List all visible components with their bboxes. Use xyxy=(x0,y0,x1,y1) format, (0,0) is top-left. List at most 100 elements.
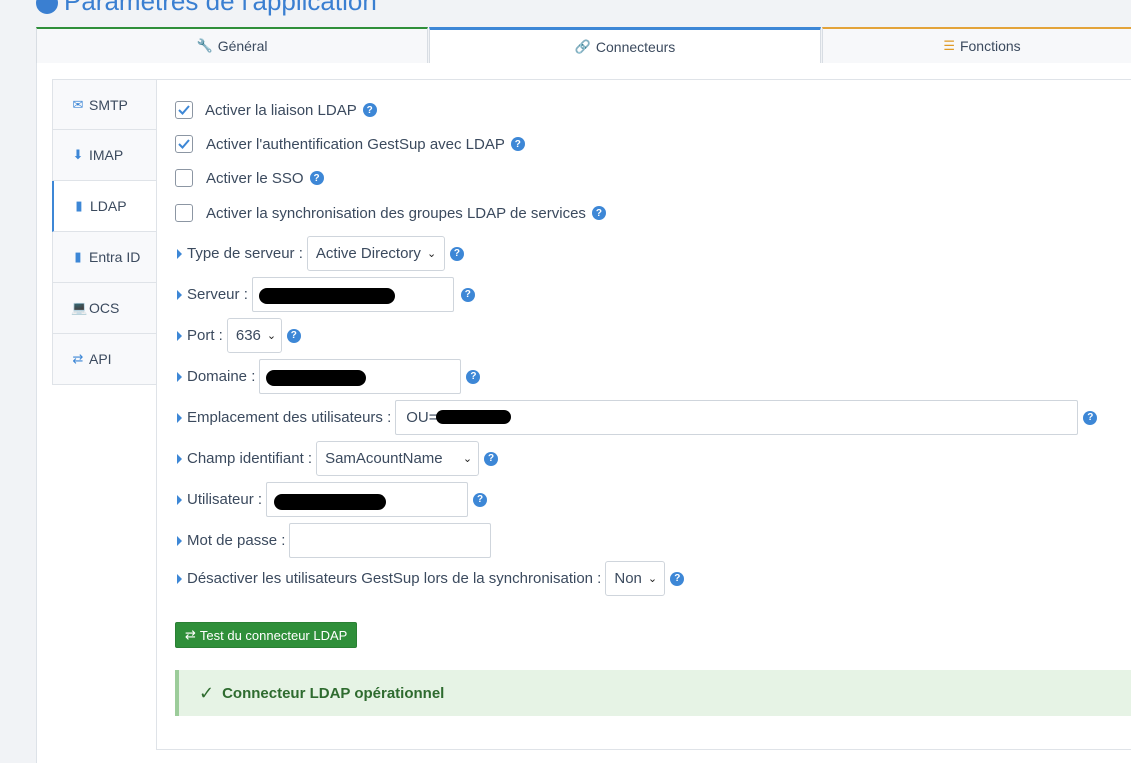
caret-right-icon xyxy=(177,535,182,546)
help-icon[interactable]: ? xyxy=(449,246,464,261)
sidenav-item-label: LDAP xyxy=(90,198,127,214)
check-icon: ✓ xyxy=(199,682,215,703)
chevron-down-icon: ⌄ xyxy=(426,248,437,260)
caret-right-icon xyxy=(177,248,182,259)
field-port: Port : 636 ⌄ ? xyxy=(177,318,301,353)
field-label: Serveur : xyxy=(187,286,248,303)
sidenav-item-ocs[interactable]: 💻 OCS xyxy=(52,283,157,334)
caret-right-icon xyxy=(177,371,182,382)
help-icon[interactable]: ? xyxy=(286,328,301,343)
book-icon: ▮ xyxy=(74,249,82,264)
field-user: Utilisateur : ? xyxy=(177,482,488,517)
input-value: OU= xyxy=(406,409,438,426)
field-label: Port : xyxy=(187,327,223,344)
field-disable-users: Désactiver les utilisateurs GestSup lors… xyxy=(177,561,685,596)
help-icon[interactable]: ? xyxy=(484,451,499,466)
arrows-exchange-icon: ⇄ xyxy=(185,627,196,642)
select-value: 636 xyxy=(235,327,261,344)
field-id-field: Champ identifiant : SamAcountName ⌄ ? xyxy=(177,441,499,476)
field-domain: Domaine : ? xyxy=(177,359,481,394)
caret-right-icon xyxy=(177,453,182,464)
connector-sidenav: ✉ SMTP ⬇ IMAP ▮ LDAP ▮ Entra ID 💻 OCS ⇄ API xyxy=(52,79,157,385)
password-input[interactable] xyxy=(289,523,492,558)
help-icon[interactable]: ? xyxy=(473,492,488,507)
chevron-down-icon: ⌄ xyxy=(266,330,277,342)
server-input[interactable] xyxy=(251,277,454,312)
link-icon: 🔗 xyxy=(574,38,591,54)
tab-general[interactable]: 🔧 Général xyxy=(36,27,428,64)
help-icon[interactable]: ? xyxy=(591,206,606,220)
sidenav-item-label: Entra ID xyxy=(89,249,141,265)
field-users-location: Emplacement des utilisateurs : OU= ? xyxy=(177,400,1098,435)
settings-tabs: 🔧 Général 🔗 Connecteurs ☰ Fonctions xyxy=(36,27,1131,64)
cog-icon xyxy=(36,0,58,15)
tab-connecteurs-label: Connecteurs xyxy=(595,38,676,55)
arrows-exchange-icon: ⇄ xyxy=(72,351,84,366)
tab-fonctions[interactable]: ☰ Fonctions xyxy=(822,27,1131,64)
test-ldap-button-label: Test du connecteur LDAP xyxy=(199,627,348,643)
help-icon[interactable]: ? xyxy=(309,171,324,185)
help-icon[interactable]: ? xyxy=(670,571,685,586)
sso-checkbox[interactable] xyxy=(175,169,193,187)
help-icon[interactable]: ? xyxy=(460,287,475,302)
chevron-down-icon: ⌄ xyxy=(462,453,473,465)
checkbox-row-ldap-auth: Activer l'authentification GestSup avec … xyxy=(175,135,525,153)
help-icon[interactable]: ? xyxy=(362,103,377,117)
tab-general-label: Général xyxy=(217,38,268,54)
tab-connecteurs[interactable]: 🔗 Connecteurs xyxy=(429,27,821,64)
users-location-input[interactable]: OU= xyxy=(395,400,1079,435)
sidenav-item-ldap[interactable]: ▮ LDAP xyxy=(52,181,157,232)
book-icon: ▮ xyxy=(75,198,83,213)
envelope-icon: ✉ xyxy=(72,96,84,112)
checkbox-row-ldap-link: Activer la liaison LDAP ? xyxy=(175,101,377,119)
server-type-select[interactable]: Active Directory ⌄ xyxy=(306,236,445,271)
caret-right-icon xyxy=(177,289,182,300)
domain-input[interactable] xyxy=(259,359,462,394)
ldap-status-alert: ✓ Connecteur LDAP opérationnel xyxy=(175,670,1131,716)
checkbox-row-group-sync: Activer la synchronisation des groupes L… xyxy=(175,204,606,222)
checkbox-label: Activer l'authentification GestSup avec … xyxy=(206,135,505,153)
sidenav-item-entra-id[interactable]: ▮ Entra ID xyxy=(52,232,157,283)
download-icon: ⬇ xyxy=(72,147,84,162)
field-label: Emplacement des utilisateurs : xyxy=(187,409,392,426)
caret-right-icon xyxy=(177,412,182,423)
sidenav-item-imap[interactable]: ⬇ IMAP xyxy=(52,130,157,181)
checkbox-row-sso: Activer le SSO ? xyxy=(175,169,324,187)
user-input[interactable] xyxy=(266,482,469,517)
help-icon[interactable]: ? xyxy=(466,369,481,384)
id-field-select[interactable]: SamAcountName ⌄ xyxy=(316,441,480,476)
caret-right-icon xyxy=(177,330,182,341)
sidenav-item-label: IMAP xyxy=(89,147,124,163)
ldap-link-checkbox[interactable] xyxy=(175,101,193,119)
ldap-auth-checkbox[interactable] xyxy=(175,135,193,153)
disable-users-select[interactable]: Non ⌄ xyxy=(605,561,666,596)
field-label: Mot de passe : xyxy=(187,532,286,549)
port-select[interactable]: 636 ⌄ xyxy=(226,318,282,353)
field-password: Mot de passe : xyxy=(177,523,492,558)
sidenav-item-api[interactable]: ⇄ API xyxy=(52,334,157,385)
page-title-text: Paramètres de l'application xyxy=(64,0,377,16)
test-ldap-button[interactable]: ⇄ Test du connecteur LDAP xyxy=(175,622,358,648)
help-icon[interactable]: ? xyxy=(510,137,525,151)
tab-fonctions-label: Fonctions xyxy=(959,38,1021,54)
field-label: Utilisateur : xyxy=(187,491,263,508)
sidenav-item-smtp[interactable]: ✉ SMTP xyxy=(52,79,157,130)
monitor-icon: 💻 xyxy=(71,300,88,315)
help-icon[interactable]: ? xyxy=(1083,410,1098,425)
redaction-mark xyxy=(266,370,367,386)
caret-right-icon xyxy=(177,494,182,505)
sidenav-item-label: API xyxy=(89,351,112,367)
field-label: Domaine : xyxy=(187,368,256,385)
list-check-icon: ☰ xyxy=(943,38,955,53)
select-value: SamAcountName xyxy=(325,450,443,467)
redaction-mark xyxy=(258,288,395,304)
checkbox-label: Activer la synchronisation des groupes L… xyxy=(206,204,586,222)
select-value: Non xyxy=(614,570,642,587)
sidenav-item-label: SMTP xyxy=(89,96,128,113)
group-sync-checkbox[interactable] xyxy=(175,204,193,222)
caret-right-icon xyxy=(177,573,182,584)
wrench-icon: 🔧 xyxy=(196,38,213,53)
select-value: Active Directory xyxy=(315,245,421,262)
field-label: Champ identifiant : xyxy=(187,450,313,467)
chevron-down-icon: ⌄ xyxy=(647,573,658,585)
